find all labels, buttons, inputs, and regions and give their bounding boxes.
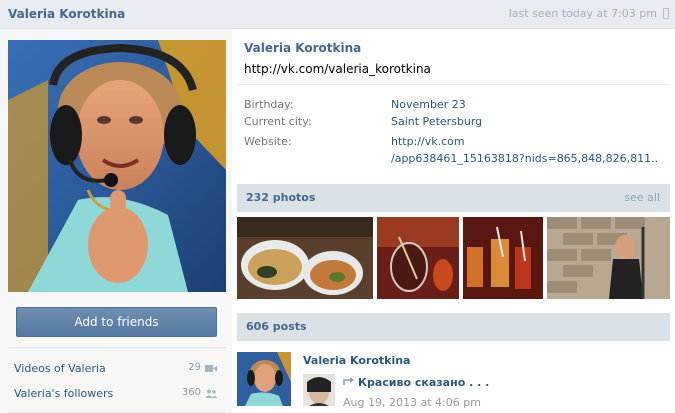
website-label: Website: [244,135,292,148]
left-column: Add to friends Videos of Valeria 29 Vale… [0,29,232,413]
profile-header-bar: Valeria Korotkina last seen today at 7:0… [0,0,675,29]
post-author-avatar[interactable] [237,352,291,406]
profile-photo[interactable] [8,40,226,292]
divider [237,84,670,85]
posts-section-header[interactable]: 606 posts [237,313,670,341]
posts-count-title[interactable]: 606 posts [246,320,307,333]
photos-section-header[interactable]: 232 photos see all [237,184,670,212]
photo-thumbnail[interactable] [547,217,670,299]
photos-count-title[interactable]: 232 photos [246,191,315,204]
header-profile-name[interactable]: Valeria Korotkina [8,7,125,21]
repost-arrow-icon [343,377,354,385]
profile-name: Valeria Korotkina [244,41,362,55]
birthday-value[interactable]: November 23 [391,98,466,111]
post-author-name[interactable]: Valeria Korotkina [303,354,410,367]
video-icon [205,365,217,372]
birthday-label: Birthday: [244,98,294,111]
videos-link[interactable]: Videos of Valeria 29 [14,360,217,378]
add-to-friends-button[interactable]: Add to friends [16,307,217,337]
videos-count: 29 [188,362,201,373]
city-label: Current city: [244,115,312,128]
divider [8,347,226,348]
followers-icon [205,389,217,398]
videos-link-label[interactable]: Videos of Valeria [14,362,106,375]
profile-status: http://vk.com/valeria_korotkina [244,62,431,76]
followers-count: 360 [181,387,201,398]
followers-link[interactable]: Valeria's followers 360 [14,385,217,403]
post-date[interactable]: Aug 19, 2013 at 4:06 pm [343,396,481,409]
mobile-icon [663,8,669,19]
photo-thumbnail[interactable] [237,217,373,299]
repost-source-avatar[interactable] [303,374,335,406]
repost-source-title[interactable]: Красиво сказано . . . [358,376,489,389]
see-all-photos-link[interactable]: see all [624,191,660,204]
city-value[interactable]: Saint Petersburg [391,115,482,128]
main-column: Valeria Korotkina http://vk.com/valeria_… [237,29,675,413]
photo-thumbnail[interactable] [377,217,459,299]
website-link-continued[interactable]: /app638461_15163818?nids=865,848,826,811… [391,152,658,165]
last-seen-status: last seen today at 7:03 pm [508,7,657,20]
website-link[interactable]: http://vk.com [391,135,465,148]
photo-thumbnail[interactable] [463,217,543,299]
followers-link-label[interactable]: Valeria's followers [14,387,113,400]
